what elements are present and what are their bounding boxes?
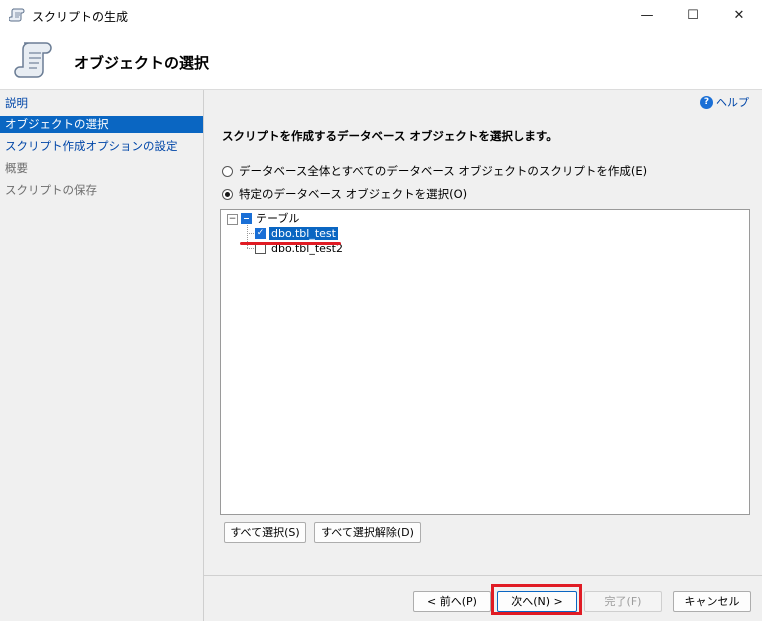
sidebar-item-scripting-options[interactable]: スクリプト作成オプションの設定 (0, 138, 203, 155)
page-title: オブジェクトの選択 (74, 54, 210, 72)
help-link[interactable]: ? ヘルプ (700, 94, 749, 110)
close-button[interactable]: ✕ (716, 0, 762, 31)
wizard-header: オブジェクトの選択 (0, 31, 762, 90)
tree-connector (247, 248, 254, 249)
instruction-text: スクリプトを作成するデータベース オブジェクトを選択します。 (222, 129, 558, 143)
radio-script-entire-database[interactable]: データベース全体とすべてのデータベース オブジェクトのスクリプトを作成(E) (222, 163, 647, 179)
sidebar-item-description[interactable]: 説明 (0, 95, 203, 112)
main-panel: ? ヘルプ スクリプトを作成するデータベース オブジェクトを選択します。 データ… (204, 90, 762, 621)
wizard-sidebar: 説明 オブジェクトの選択 スクリプト作成オプションの設定 概要 スクリプトの保存 (0, 90, 204, 621)
sidebar-item-choose-objects[interactable]: オブジェクトの選択 (0, 116, 203, 133)
deselect-all-button[interactable]: すべて選択解除(D) (314, 522, 421, 543)
close-icon: ✕ (733, 8, 745, 23)
maximize-icon: ☐ (687, 8, 699, 23)
script-scroll-icon (14, 42, 52, 78)
script-scroll-icon (9, 8, 25, 22)
minimize-button[interactable]: — (624, 0, 670, 31)
cancel-button[interactable]: キャンセル (673, 591, 751, 612)
previous-button[interactable]: < 前へ(P) (413, 591, 491, 612)
tables-partial-checkbox[interactable] (241, 213, 252, 224)
tree-collapse-icon[interactable]: − (227, 214, 238, 225)
tree-node-tbl-test[interactable]: dbo.tbl_test (269, 227, 338, 240)
radio-button-unchecked[interactable] (222, 165, 233, 177)
help-icon: ? (700, 95, 713, 109)
sidebar-item-save-script: スクリプトの保存 (5, 183, 97, 197)
radio-label: データベース全体とすべてのデータベース オブジェクトのスクリプトを作成(E) (239, 164, 648, 178)
sidebar-item-summary: 概要 (5, 161, 28, 175)
tbl-test-checkbox[interactable]: ✓ (255, 228, 266, 239)
annotation-highlight-box (491, 584, 582, 615)
finish-button: 完了(F) (584, 591, 662, 612)
object-tree[interactable]: − テーブル ✓ dbo.tbl_test dbo.tbl_test2 (220, 209, 750, 515)
minimize-icon: — (640, 8, 654, 23)
tree-node-tables[interactable]: テーブル (256, 212, 299, 225)
footer-divider (204, 575, 762, 576)
radio-label: 特定のデータベース オブジェクトを選択(O) (239, 187, 468, 201)
window-title: スクリプトの生成 (32, 10, 129, 24)
radio-button-checked[interactable] (222, 188, 233, 200)
select-all-button[interactable]: すべて選択(S) (224, 522, 306, 543)
maximize-button[interactable]: ☐ (670, 0, 716, 31)
help-label: ヘルプ (716, 96, 749, 109)
annotation-underline (240, 242, 341, 245)
radio-select-specific-objects[interactable]: 特定のデータベース オブジェクトを選択(O) (222, 186, 467, 202)
title-bar: スクリプトの生成 — ☐ ✕ (0, 0, 762, 32)
tree-connector (247, 233, 254, 234)
